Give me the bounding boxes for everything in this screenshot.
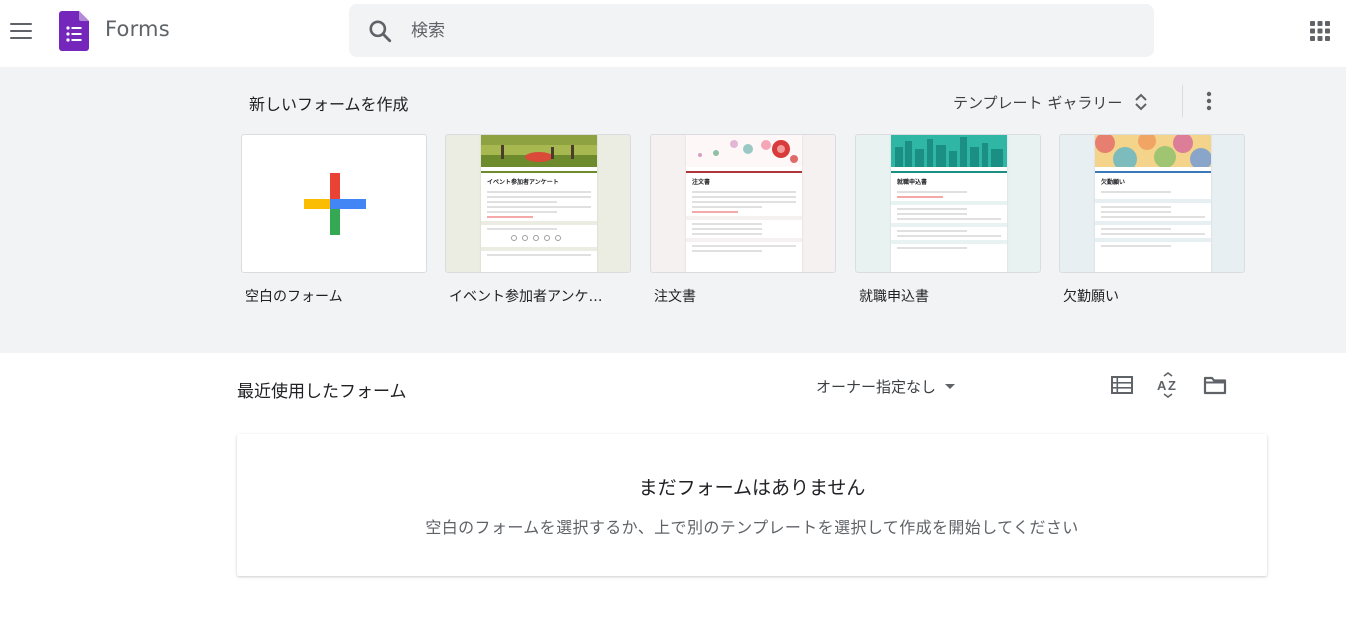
empty-state-card: まだフォームはありません 空白のフォームを選択するか、上で別のテンプレートを選択… [237, 434, 1267, 576]
banner-image [891, 135, 1007, 167]
template-thumbnail[interactable]: 就職申込書 [855, 134, 1041, 273]
template-preview-title: 注文書 [692, 179, 711, 186]
svg-text:A: A [1157, 378, 1167, 393]
template-card-label: 注文書 [654, 289, 696, 305]
list-view-icon[interactable] [1109, 372, 1135, 398]
template-preview-title: 就職申込書 [897, 179, 928, 186]
plus-icon [304, 173, 366, 235]
template-gallery-label: テンプレート ギャラリー [953, 93, 1123, 112]
empty-state-title: まだフォームはありません [638, 477, 866, 499]
sort-az-icon[interactable]: A Z [1155, 372, 1181, 398]
template-section: 新しいフォームを作成 テンプレート ギャラリー 空白のフォーム イベント参加者ア… [0, 67, 1346, 353]
banner-image [686, 135, 802, 167]
banner-image [1095, 135, 1212, 171]
apps-grid-icon[interactable] [1308, 19, 1332, 43]
recent-section-title: 最近使用したフォーム [237, 382, 407, 402]
template-card-blank[interactable]: 空白のフォーム [241, 134, 427, 306]
template-gallery-button[interactable]: テンプレート ギャラリー [953, 89, 1148, 115]
template-preview: 注文書 [686, 135, 802, 272]
template-card-order-form[interactable]: 注文書 注文書 [650, 134, 836, 306]
search-input[interactable] [411, 16, 1131, 46]
divider [1182, 85, 1183, 117]
template-card-label: イベント参加者アンケ… [449, 289, 603, 305]
template-thumbnail[interactable]: 注文書 [650, 134, 836, 273]
owner-filter-label: オーナー指定なし [816, 377, 937, 396]
empty-state-subtitle: 空白のフォームを選択するか、上で別のテンプレートを選択して作成を開始してください [425, 518, 1079, 537]
template-card-event-survey[interactable]: イベント参加者アンケート イベント参加者アンケ… [445, 134, 631, 306]
unfold-more-icon [1135, 93, 1148, 111]
template-preview: イベント参加者アンケート [481, 135, 597, 272]
folder-icon[interactable] [1202, 372, 1228, 398]
template-thumbnail[interactable]: イベント参加者アンケート [445, 134, 631, 273]
template-preview: 欠勤願い [1095, 135, 1212, 272]
svg-text:Z: Z [1168, 378, 1176, 393]
template-card-label: 就職申込書 [859, 289, 929, 305]
app-name[interactable]: Forms [105, 17, 170, 41]
template-card-label: 空白のフォーム [245, 289, 343, 305]
template-card-leave-request[interactable]: 欠勤願い 欠勤願い [1059, 134, 1245, 306]
template-thumbnail[interactable] [241, 134, 427, 273]
template-preview: 就職申込書 [891, 135, 1007, 272]
banner-image [481, 135, 597, 167]
more-vert-icon[interactable] [1197, 89, 1221, 113]
forms-logo-icon[interactable] [59, 11, 89, 51]
search-icon[interactable] [367, 18, 393, 44]
template-preview-title: 欠勤願い [1101, 179, 1126, 186]
template-section-title: 新しいフォームを作成 [249, 95, 409, 114]
template-thumbnail[interactable]: 欠勤願い [1059, 134, 1245, 273]
search-bar[interactable] [349, 4, 1154, 57]
template-card-job-application[interactable]: 就職申込書 就職申込書 [855, 134, 1041, 306]
menu-icon[interactable] [8, 19, 34, 45]
app-header: Forms [0, 0, 1346, 64]
owner-filter-dropdown[interactable]: オーナー指定なし [816, 375, 956, 397]
template-card-label: 欠勤願い [1063, 289, 1119, 305]
template-preview-title: イベント参加者アンケート [487, 179, 559, 186]
caret-down-icon [945, 383, 956, 389]
